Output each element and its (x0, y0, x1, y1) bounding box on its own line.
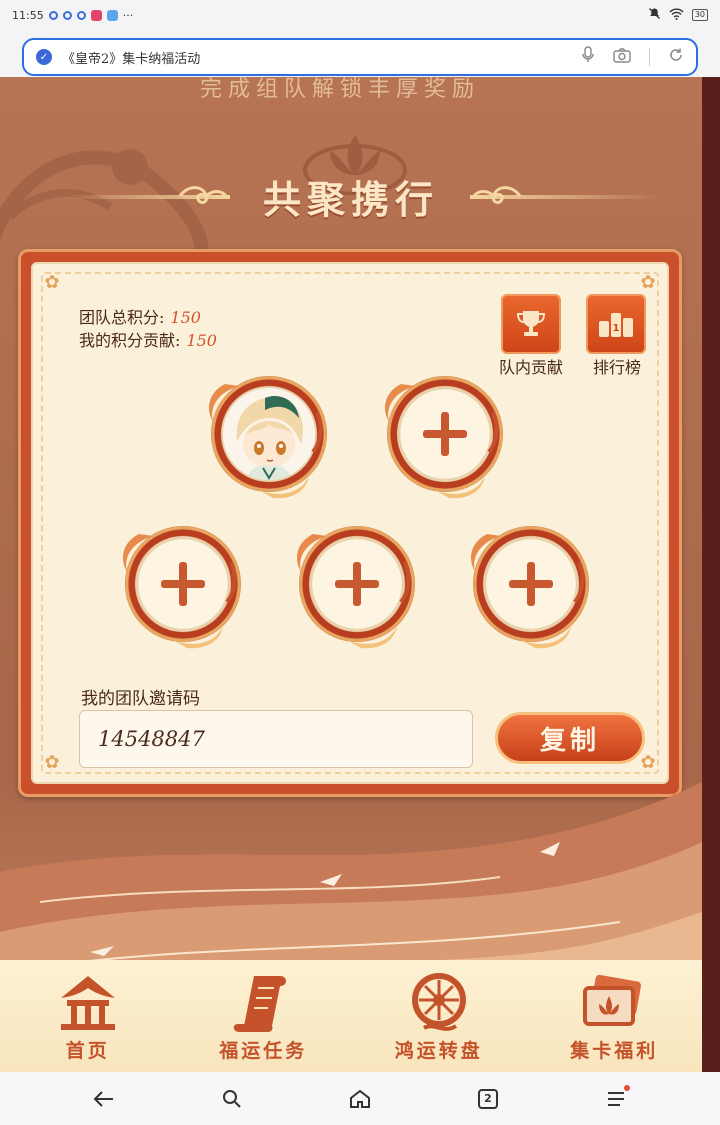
refresh-icon[interactable] (668, 47, 684, 67)
podium-icon: 1 (599, 313, 633, 337)
microphone-icon[interactable] (581, 46, 595, 68)
notification-icon (76, 10, 86, 20)
corner-flower-icon: ✿ (44, 752, 60, 773)
system-navigation-bar: 2 (0, 1072, 720, 1125)
invite-code-field[interactable]: 14548847 (79, 710, 473, 768)
team-total-score: 团队总积分: 150 (79, 304, 201, 328)
invite-member-slot[interactable] (467, 520, 595, 649)
wheel-icon (411, 973, 466, 1031)
status-time: 11:55 (12, 8, 44, 22)
back-arrow-icon (93, 1090, 113, 1107)
corner-flower-icon: ✿ (640, 752, 656, 773)
status-bar: 11:55 ··· 30 (0, 0, 720, 30)
scroll-icon (233, 976, 287, 1032)
flame-frame-ornament (209, 384, 323, 499)
nav-item-home[interactable]: 首页 (0, 960, 176, 1072)
invite-code-label: 我的团队邀请码 (81, 689, 200, 709)
divider (649, 48, 650, 66)
notification-icon (62, 10, 72, 20)
flame-frame-ornament (123, 534, 237, 649)
corner-flower-icon: ✿ (640, 272, 656, 293)
more-notifications: ··· (122, 8, 134, 22)
back-button[interactable] (84, 1079, 124, 1119)
mute-icon (648, 7, 661, 23)
team-card-panel: ✿ ✿ ✿ ✿ 团队总积分: 150 我的积分贡献: 150 队内贡献 1 排行… (31, 262, 669, 784)
nav-label-cards: 集卡福利 (570, 1040, 659, 1062)
battery-icon: 30 (691, 9, 708, 21)
app-notification-icon (90, 9, 102, 21)
security-shield-icon: ✓ (36, 49, 52, 65)
camera-icon[interactable] (613, 47, 631, 67)
home-button[interactable] (340, 1079, 380, 1119)
search-button[interactable] (212, 1079, 252, 1119)
corner-flower-icon: ✿ (44, 272, 60, 293)
nav-item-cards[interactable]: 集卡福利 (527, 960, 703, 1072)
menu-button[interactable] (596, 1079, 636, 1119)
ranking-button[interactable]: 1 (586, 294, 646, 354)
bottom-navigation: 首页 福运任务 鸿运转盘 集卡福利 (0, 960, 702, 1072)
nav-item-wheel[interactable]: 鸿运转盘 (351, 960, 527, 1072)
flame-frame-ornament (385, 384, 499, 499)
page-right-edge (702, 77, 720, 1072)
home-icon (350, 1089, 370, 1108)
team-total-value: 150 (170, 308, 201, 327)
invite-member-slot[interactable] (119, 520, 247, 649)
flame-frame-ornament (297, 534, 411, 649)
invite-member-slot[interactable] (381, 370, 509, 499)
nav-label-wheel: 鸿运转盘 (394, 1040, 483, 1062)
team-card: ✿ ✿ ✿ ✿ 团队总积分: 150 我的积分贡献: 150 队内贡献 1 排行… (18, 249, 682, 797)
my-contribution-score: 我的积分贡献: 150 (79, 327, 217, 351)
copy-button[interactable]: 复制 (495, 712, 645, 764)
team-contribution-button[interactable] (501, 294, 561, 354)
app-notification-icon (106, 9, 118, 21)
team-member-slot-filled[interactable] (205, 370, 333, 499)
faded-banner-text: 完成组队解锁丰厚奖励 (200, 77, 481, 102)
search-icon (223, 1089, 241, 1108)
activity-page: 完成组队解锁丰厚奖励 共聚携行 ✿ ✿ ✿ ✿ 团队总积分: 150 我的积分贡献 (0, 77, 702, 1072)
notification-icon (48, 10, 58, 20)
browser-toolbar: ✓ 《皇帝2》集卡纳福活动 (0, 30, 720, 77)
team-total-label: 团队总积分: (79, 308, 165, 327)
nav-label-tasks: 福运任务 (219, 1040, 308, 1062)
trophy-icon (516, 311, 546, 336)
flame-frame-ornament (471, 534, 585, 649)
invite-code-value: 14548847 (98, 727, 205, 751)
address-bar[interactable]: ✓ 《皇帝2》集卡纳福活动 (22, 38, 698, 76)
cards-icon (583, 974, 642, 1026)
title-ornament-right (470, 195, 660, 199)
wifi-icon (669, 8, 684, 23)
page-title-url: 《皇帝2》集卡纳福活动 (62, 51, 201, 67)
svg-text:1: 1 (613, 323, 620, 334)
tabs-button[interactable]: 2 (468, 1079, 508, 1119)
invite-member-slot[interactable] (293, 520, 421, 649)
tab-count-badge: 2 (478, 1088, 498, 1109)
my-contribution-value: 150 (186, 331, 217, 350)
notification-dot (624, 1084, 630, 1091)
my-contribution-label: 我的积分贡献: (79, 331, 181, 350)
ranking-label[interactable]: 排行榜 (579, 356, 655, 380)
nav-label-home: 首页 (65, 1040, 110, 1062)
pavilion-icon (60, 976, 115, 1030)
menu-icon (608, 1091, 624, 1106)
nav-item-tasks[interactable]: 福运任务 (176, 960, 352, 1072)
